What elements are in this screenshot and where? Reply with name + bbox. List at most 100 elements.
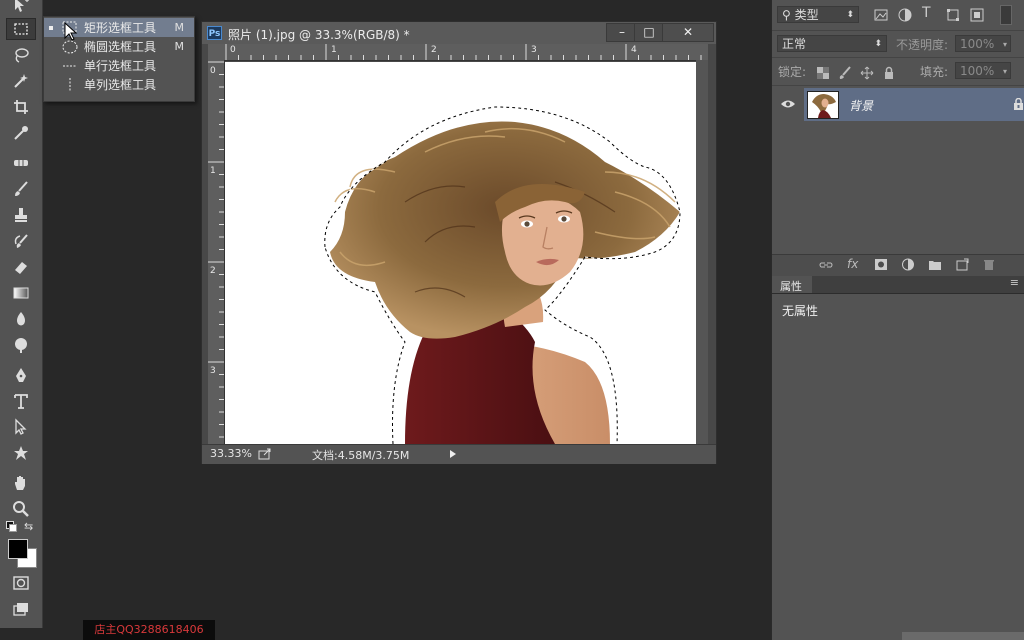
document-window: Ps 照片 (1).jpg @ 33.3%(RGB/8) * – □ ✕ 0 1… bbox=[201, 21, 717, 464]
type-filter-icon[interactable]: T bbox=[922, 5, 931, 21]
move-tool-icon[interactable] bbox=[6, 0, 36, 16]
screen-mode-icon[interactable] bbox=[6, 598, 36, 620]
lock-transparent-pixels-icon[interactable] bbox=[816, 66, 830, 80]
document-status-bar: 33.33% 文档:4.58M/3.75M bbox=[202, 444, 716, 464]
vertical-scrollbar[interactable] bbox=[696, 60, 708, 444]
quick-mask-icon[interactable] bbox=[6, 572, 36, 594]
properties-panel-body: 无属性 bbox=[772, 294, 1024, 640]
rectangular-marquee-tool-icon[interactable] bbox=[6, 18, 36, 40]
shortcut-key: M bbox=[174, 21, 185, 34]
quick-selection-tool-icon[interactable] bbox=[6, 70, 36, 92]
crop-tool-icon[interactable] bbox=[6, 96, 36, 118]
chevron-down-icon: ▾ bbox=[1002, 67, 1007, 76]
eye-icon bbox=[781, 100, 795, 108]
properties-tab-label: 属性 bbox=[780, 280, 802, 293]
chevron-down-icon: ▾ bbox=[1002, 40, 1007, 49]
fill-input[interactable]: 100% ▾ bbox=[955, 62, 1011, 79]
menu-item-label: 椭圆选框工具 bbox=[84, 40, 157, 54]
ruler-label: 1 bbox=[210, 166, 216, 176]
eyedropper-tool-icon[interactable] bbox=[6, 122, 36, 144]
blend-mode-value: 正常 bbox=[782, 37, 807, 51]
link-layers-icon[interactable] bbox=[819, 259, 833, 271]
close-button[interactable]: ✕ bbox=[662, 23, 714, 42]
clone-stamp-tool-icon[interactable] bbox=[6, 204, 36, 226]
ruler-label: 2 bbox=[210, 266, 216, 276]
fill-value: 100% bbox=[960, 64, 995, 78]
delete-layer-icon[interactable] bbox=[982, 258, 996, 271]
lock-label: 锁定: bbox=[778, 65, 807, 79]
play-arrow-icon[interactable] bbox=[448, 449, 458, 459]
visibility-toggle[interactable] bbox=[772, 88, 804, 121]
adjustment-layer-icon[interactable] bbox=[901, 258, 915, 271]
layers-footer-toolbar: fx bbox=[772, 254, 1024, 277]
no-properties-text: 无属性 bbox=[782, 304, 819, 318]
selected-indicator-icon bbox=[49, 25, 53, 30]
lock-all-icon[interactable] bbox=[882, 66, 896, 80]
menu-item-label: 单行选框工具 bbox=[84, 59, 157, 73]
pixel-layer-filter-icon[interactable] bbox=[874, 8, 888, 22]
zoom-level[interactable]: 33.33% bbox=[210, 447, 252, 460]
blend-mode-select[interactable]: 正常 ⬍ bbox=[777, 35, 887, 52]
lock-image-pixels-icon[interactable] bbox=[838, 66, 852, 80]
hand-tool-icon[interactable] bbox=[6, 472, 36, 494]
opacity-input[interactable]: 100% ▾ bbox=[955, 35, 1011, 52]
blur-tool-icon[interactable] bbox=[6, 308, 36, 330]
lock-position-icon[interactable] bbox=[860, 66, 874, 80]
healing-brush-tool-icon[interactable] bbox=[6, 152, 36, 174]
ruler-ticks bbox=[208, 61, 224, 438]
swap-colors-icon[interactable]: ⇆ bbox=[24, 520, 33, 533]
filter-toggle[interactable] bbox=[1000, 5, 1012, 25]
menu-item-single-column-marquee[interactable]: 单列选框工具 bbox=[44, 75, 194, 94]
eraser-tool-icon[interactable] bbox=[6, 256, 36, 278]
export-icon[interactable] bbox=[258, 448, 272, 460]
foreground-color-swatch[interactable] bbox=[8, 539, 28, 559]
layer-name: 背景 bbox=[849, 99, 874, 113]
maximize-button[interactable]: □ bbox=[634, 23, 664, 42]
add-layer-style-icon[interactable]: fx bbox=[847, 257, 858, 271]
photo-woman-image bbox=[324, 106, 681, 444]
ruler-label: 0 bbox=[230, 45, 236, 55]
layers-panel: ⚲ 类型 ⬍ T 正常 ⬍ 不透明度: 100% ▾ 锁定: 填充: 100% … bbox=[771, 0, 1024, 640]
custom-shape-tool-icon[interactable] bbox=[6, 442, 36, 464]
zoom-tool-icon[interactable] bbox=[6, 498, 36, 520]
adjustment-filter-icon[interactable] bbox=[898, 8, 912, 22]
image-canvas[interactable] bbox=[225, 62, 696, 444]
ruler-origin[interactable] bbox=[208, 44, 224, 60]
smart-object-filter-icon[interactable] bbox=[970, 8, 984, 22]
opacity-value: 100% bbox=[960, 37, 995, 51]
default-colors-icon[interactable] bbox=[6, 521, 17, 532]
panel-menu-icon[interactable]: ≡ bbox=[1010, 276, 1019, 289]
path-selection-tool-icon[interactable] bbox=[6, 416, 36, 438]
panel-scrollbar[interactable] bbox=[902, 632, 1024, 640]
new-group-icon[interactable] bbox=[928, 258, 942, 271]
ruler-label: 3 bbox=[210, 366, 216, 376]
type-tool-icon[interactable] bbox=[6, 390, 36, 412]
menu-item-single-row-marquee[interactable]: 单行选框工具 bbox=[44, 56, 194, 75]
gradient-tool-icon[interactable] bbox=[6, 282, 36, 304]
brush-tool-icon[interactable] bbox=[6, 178, 36, 200]
search-icon: ⚲ bbox=[782, 8, 791, 22]
new-layer-icon[interactable] bbox=[955, 258, 969, 271]
dodge-tool-icon[interactable] bbox=[6, 334, 36, 356]
menu-item-label: 矩形选框工具 bbox=[84, 21, 157, 35]
opacity-label: 不透明度: bbox=[896, 38, 949, 52]
resize-grip-icon[interactable] bbox=[1010, 258, 1018, 266]
layer-filter-select[interactable]: ⚲ 类型 ⬍ bbox=[777, 6, 859, 23]
shape-filter-icon[interactable] bbox=[946, 8, 960, 22]
layer-row-background[interactable]: 背景 bbox=[804, 88, 1024, 121]
horizontal-ruler[interactable]: 0 1 2 3 4 bbox=[224, 44, 708, 61]
divider bbox=[772, 30, 1024, 31]
history-brush-tool-icon[interactable] bbox=[6, 230, 36, 252]
lasso-tool-icon[interactable] bbox=[6, 44, 36, 66]
menu-item-label: 单列选框工具 bbox=[84, 78, 157, 92]
document-size: 文档:4.58M/3.75M bbox=[312, 449, 410, 462]
document-title-bar[interactable]: Ps 照片 (1).jpg @ 33.3%(RGB/8) * – □ ✕ bbox=[202, 22, 716, 44]
ruler-label: 0 bbox=[210, 66, 216, 76]
add-mask-icon[interactable] bbox=[874, 258, 888, 271]
ruler-label: 1 bbox=[331, 45, 337, 55]
ruler-label: 4 bbox=[631, 45, 637, 55]
divider bbox=[772, 85, 1024, 86]
vertical-ruler[interactable]: 0 1 2 3 bbox=[208, 60, 225, 444]
pen-tool-icon[interactable] bbox=[6, 364, 36, 386]
chevron-down-icon: ⬍ bbox=[846, 10, 854, 20]
